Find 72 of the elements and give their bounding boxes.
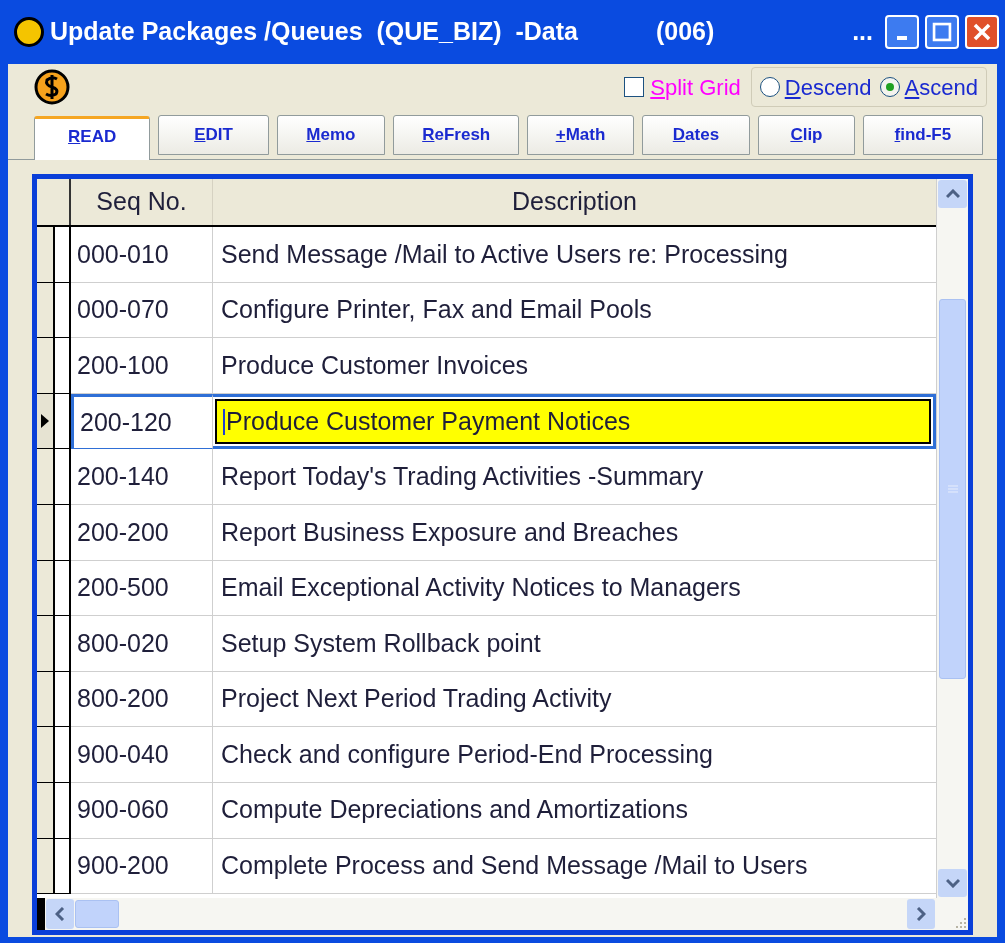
dollar-coin-icon [34, 67, 70, 107]
row-indicator[interactable] [37, 338, 55, 393]
row-indicator[interactable] [37, 671, 55, 727]
left-chevron-icon [55, 907, 65, 921]
horizontal-scroll-thumb[interactable] [75, 900, 119, 928]
description-cell: Send Message /Mail to Active Users re: Processing [213, 227, 936, 283]
tab[interactable]: Dates [641, 115, 751, 155]
window-title: Update Packages /Queues (QUE_BIZ) -Data [50, 16, 578, 48]
row-pointer-icon [41, 414, 49, 429]
tab[interactable]: Memo [276, 115, 386, 155]
title-ellipsis: ... [852, 16, 873, 48]
seq-cell: 800-200 [71, 671, 213, 728]
seq-cell: 900-060 [71, 782, 213, 839]
row-indicator[interactable] [37, 838, 55, 894]
minimize-icon [897, 36, 907, 40]
description-cell: Report Business Exposure and Breaches [213, 504, 936, 561]
tab[interactable]: EDIT [158, 115, 269, 155]
row-indicator[interactable] [37, 616, 55, 671]
seq-cell: 200-120 [71, 393, 213, 450]
seq-cell: 900-200 [71, 838, 213, 895]
scroll-left-button[interactable] [46, 899, 74, 929]
seq-cell: 200-500 [71, 560, 213, 617]
tab[interactable]: ReFresh [393, 115, 520, 155]
right-chevron-icon [916, 907, 926, 921]
radio-label[interactable]: Ascend [904, 70, 978, 104]
radio-button[interactable] [879, 77, 900, 97]
seq-cell: 800-020 [71, 616, 213, 672]
seq-cell: 900-040 [71, 727, 213, 783]
scroll-right-button[interactable] [907, 899, 935, 929]
seq-cell: 200-140 [71, 449, 213, 505]
description-cell: Complete Process and Send Message /Mail to Users [213, 838, 936, 895]
description-cell: Email Exceptional Activity Notices to Managers [213, 560, 936, 617]
scroll-thumb[interactable] [939, 299, 966, 679]
description-cell: Compute Depreciations and Amortizations [213, 782, 936, 839]
row-indicator[interactable] [37, 449, 55, 504]
tab[interactable]: READ [34, 116, 151, 160]
minimize-button[interactable] [885, 15, 919, 49]
description-cell: Setup System Rollback point [213, 616, 936, 672]
tab[interactable]: find-F5 [862, 115, 983, 155]
seq-cell: 000-010 [71, 227, 213, 283]
seq-cell: 200-100 [71, 338, 213, 394]
scroll-up-button[interactable] [938, 180, 967, 208]
description-edit-field[interactable]: Produce Customer Payment Notices [215, 398, 931, 445]
description-cell: Report Today's Trading Activities -Summary [213, 449, 936, 505]
description-cell: Produce Customer Invoices [213, 338, 936, 394]
vertical-scrollbar[interactable] [936, 179, 968, 898]
row-indicator[interactable] [37, 393, 55, 449]
row-indicator[interactable] [37, 282, 55, 338]
row-indicator[interactable] [37, 782, 55, 838]
radio-label[interactable]: Descend [784, 70, 872, 104]
radio-button[interactable] [759, 77, 780, 97]
column-header[interactable]: Seq No. [71, 179, 213, 225]
record-count: (006) [655, 16, 715, 48]
description-cell: Configure Printer, Fax and Email Pools [213, 282, 936, 339]
app-logo-icon [14, 17, 44, 47]
seq-cell: 200-200 [71, 504, 213, 561]
description-cell: Project Next Period Trading Activity [213, 671, 936, 728]
row-indicator[interactable] [37, 227, 55, 282]
seq-cell: 000-070 [71, 282, 213, 339]
up-chevron-icon [945, 189, 960, 199]
row-indicator[interactable] [37, 504, 55, 560]
maximize-button[interactable] [925, 15, 959, 49]
horizontal-scrollbar[interactable] [37, 898, 968, 930]
down-chevron-icon [945, 878, 960, 888]
tab[interactable]: Clip [758, 115, 855, 155]
column-header[interactable]: Description [213, 179, 936, 225]
description-cell: Check and configure Period-End Processing [213, 727, 936, 783]
scroll-down-button[interactable] [938, 869, 967, 897]
close-button[interactable] [965, 15, 999, 49]
row-indicator[interactable] [37, 560, 55, 616]
row-indicator[interactable] [37, 727, 55, 782]
tab[interactable]: +Math [527, 115, 634, 155]
